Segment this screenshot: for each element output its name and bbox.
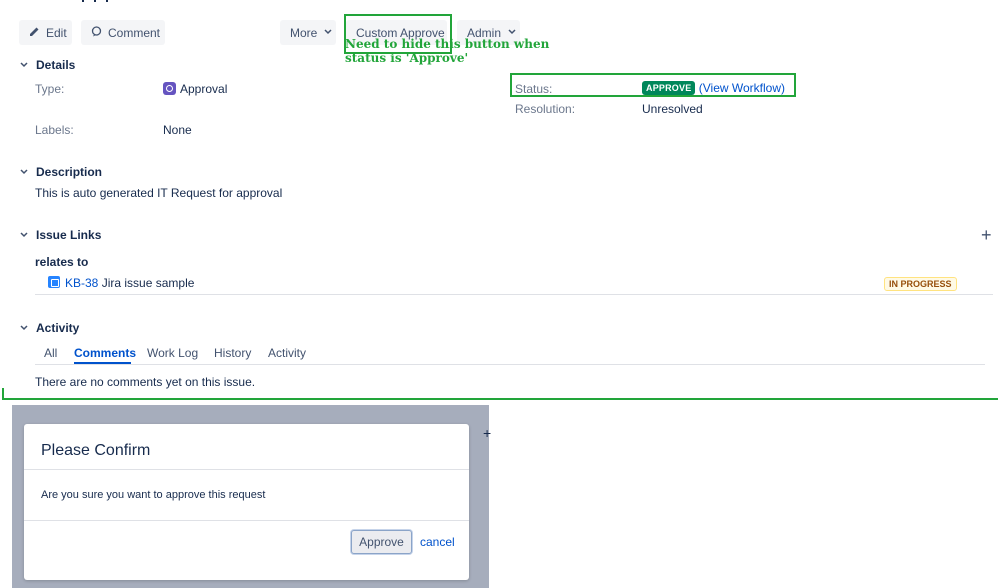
separator-line: [2, 398, 998, 400]
edit-button-label: Edit: [46, 25, 67, 40]
linked-issue-row[interactable]: KB-38 Jira issue sample: [48, 276, 194, 290]
activity-heading: Activity: [36, 321, 80, 335]
chevron-down-icon: [324, 27, 332, 38]
dialog-title: Please Confirm: [41, 442, 151, 459]
annotation-highlight-status: [510, 73, 796, 97]
comment-button-label: Comment: [108, 25, 161, 40]
type-value-text: Approval: [180, 82, 228, 96]
type-value: Approval: [163, 82, 227, 96]
more-button[interactable]: More: [280, 20, 336, 45]
add-link-plus-icon[interactable]: +: [981, 225, 992, 246]
confirm-dialog: Please Confirm Are you sure you want to …: [24, 424, 469, 580]
resolution-label: Resolution:: [515, 102, 576, 116]
annotation-note-line1: Need to hide this button when: [345, 37, 550, 51]
page-title-fragment: [82, 0, 122, 4]
description-toggle[interactable]: Description: [20, 165, 102, 179]
cancel-link[interactable]: cancel: [420, 535, 455, 549]
issue-type-icon: [48, 276, 60, 288]
dialog-footer-divider: [24, 520, 469, 521]
activity-toggle[interactable]: Activity: [20, 321, 79, 335]
details-heading: Details: [36, 58, 76, 72]
chevron-down-icon: [20, 167, 30, 177]
more-button-label: More: [290, 25, 318, 40]
description-heading: Description: [36, 165, 103, 179]
comment-button[interactable]: Comment: [81, 20, 165, 45]
resolution-value: Unresolved: [642, 102, 703, 116]
type-label: Type:: [35, 82, 65, 96]
tab-work-log[interactable]: Work Log: [147, 346, 198, 360]
chevron-down-icon: [20, 60, 30, 70]
tab-history[interactable]: History: [214, 346, 251, 360]
labels-value: None: [163, 123, 192, 137]
edit-button[interactable]: Edit: [19, 20, 72, 45]
issue-links-heading: Issue Links: [36, 228, 102, 242]
tabs-divider: [35, 364, 985, 365]
chevron-down-icon: [20, 230, 30, 240]
link-relation-label: relates to: [35, 255, 89, 269]
background-plus-icon: +: [483, 425, 492, 441]
dialog-header-divider: [24, 469, 469, 470]
pencil-icon: [29, 26, 40, 40]
linked-issue-status-lozenge: IN PROGRESS: [884, 277, 957, 291]
approval-type-icon: [163, 82, 176, 95]
details-toggle[interactable]: Details: [20, 58, 75, 72]
labels-label: Labels:: [35, 123, 74, 137]
approve-button[interactable]: Approve: [351, 530, 412, 554]
description-text: This is auto generated IT Request for ap…: [35, 186, 283, 200]
linked-issue-key[interactable]: KB-38: [65, 276, 98, 290]
speech-bubble-icon: [91, 25, 102, 40]
issue-links-divider: [35, 294, 993, 295]
linked-issue-summary: Jira issue sample: [101, 276, 195, 290]
tab-comments[interactable]: Comments: [74, 346, 136, 360]
issue-links-toggle[interactable]: Issue Links: [20, 228, 101, 242]
annotation-note-line2: status is 'Approve': [345, 51, 469, 65]
no-comments-text: There are no comments yet on this issue.: [35, 375, 256, 389]
dialog-message: Are you sure you want to approve this re…: [41, 489, 266, 501]
tab-all[interactable]: All: [44, 346, 57, 360]
chevron-down-icon: [20, 323, 30, 333]
tab-activity[interactable]: Activity: [268, 346, 306, 360]
